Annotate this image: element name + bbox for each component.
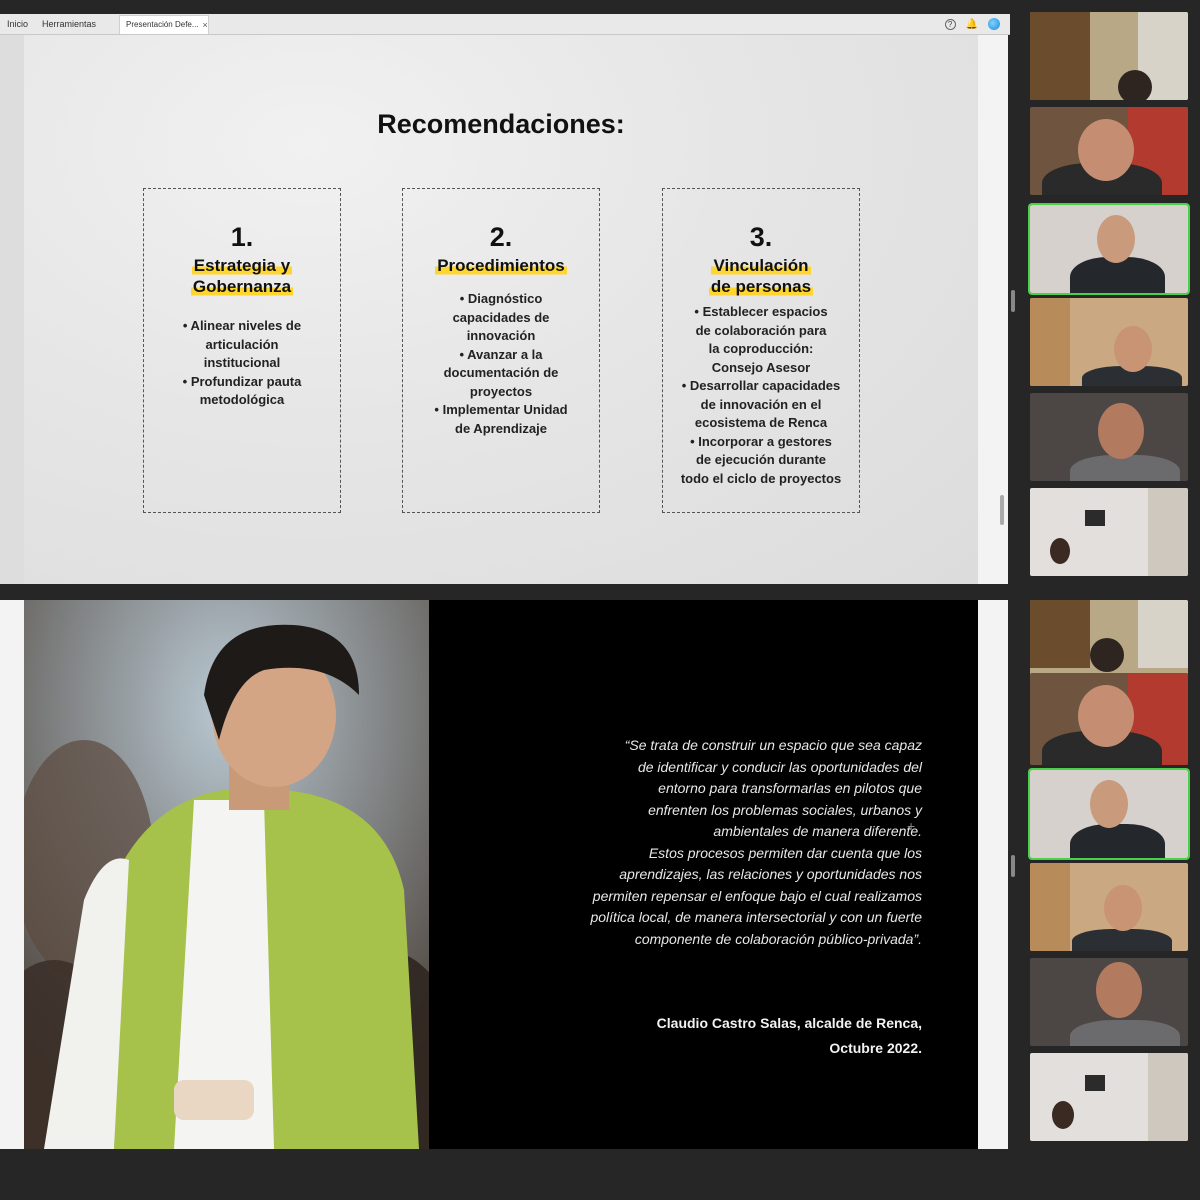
card-number: 1. [211, 216, 254, 252]
avatar-icon[interactable] [988, 18, 1000, 30]
shared-screen-top: Recomendaciones: 1. Estrategia y Goberna… [0, 35, 1008, 584]
quote-text: “Se trata de construir un espacio que se… [590, 737, 922, 947]
participant-video[interactable] [1030, 107, 1188, 195]
card-heading: de personas [708, 276, 814, 297]
bell-icon[interactable]: 🔔 [966, 19, 978, 30]
card-bullets: • Establecer espacios de colaboración pa… [680, 304, 842, 486]
card-procedimientos: 2. Procedimientos • Diagnóstico capacida… [402, 188, 600, 513]
tab-presentation[interactable]: Presentación Defe... × [119, 14, 210, 34]
participant-video-active-speaker[interactable] [1028, 203, 1190, 295]
scrollbar[interactable] [1000, 495, 1004, 525]
card-heading: Procedimientos [435, 255, 567, 276]
participant-video[interactable] [1030, 863, 1188, 951]
card-number: 2. [470, 216, 513, 252]
card-number: 3. [730, 216, 773, 252]
close-icon[interactable]: × [203, 20, 208, 30]
help-icon[interactable]: ? [944, 18, 956, 30]
home-menu[interactable]: Inicio [0, 19, 35, 29]
card-vinculacion: 3. Vinculación de personas • Establecer … [662, 188, 860, 513]
card-heading: Gobernanza [190, 276, 294, 297]
card-heading: Estrategia y [191, 255, 293, 276]
card-bullets: • Alinear niveles de articulación instit… [182, 318, 302, 407]
card-estrategia: 1. Estrategia y Gobernanza • Alinear niv… [143, 188, 341, 513]
shared-screen-bottom: “Se trata de construir un espacio que se… [0, 600, 1008, 1149]
participant-video[interactable] [1030, 393, 1188, 481]
quote-panel: “Se trata de construir un espacio que se… [429, 600, 978, 1149]
participant-video[interactable] [1030, 1053, 1188, 1141]
participant-video[interactable] [1030, 958, 1188, 1046]
tab-title: Presentación Defe... [126, 20, 199, 29]
panel-resize-handle[interactable] [1011, 855, 1015, 877]
participant-video[interactable] [1030, 12, 1188, 100]
participant-video-active-speaker[interactable] [1028, 768, 1190, 860]
participant-video[interactable] [1030, 298, 1188, 386]
participant-video[interactable] [1030, 488, 1188, 576]
app-toolbar: Inicio Herramientas Presentación Defe...… [0, 14, 1010, 35]
mayor-photo-illustration [24, 600, 429, 1149]
mayor-photo [24, 600, 429, 1149]
participant-video[interactable] [1030, 673, 1188, 765]
panel-resize-handle[interactable] [1011, 290, 1015, 312]
slide-recomendaciones: Recomendaciones: 1. Estrategia y Goberna… [24, 35, 978, 584]
cursor-icon: + [907, 818, 916, 834]
slide-title: Recomendaciones: [377, 109, 625, 139]
quote-author: Claudio Castro Salas, alcalde de Renca, … [656, 1015, 922, 1056]
card-bullets: • Diagnóstico capacidades de innovación … [434, 291, 568, 436]
tools-menu[interactable]: Herramientas [35, 19, 103, 29]
card-heading: Vinculación [711, 255, 811, 276]
